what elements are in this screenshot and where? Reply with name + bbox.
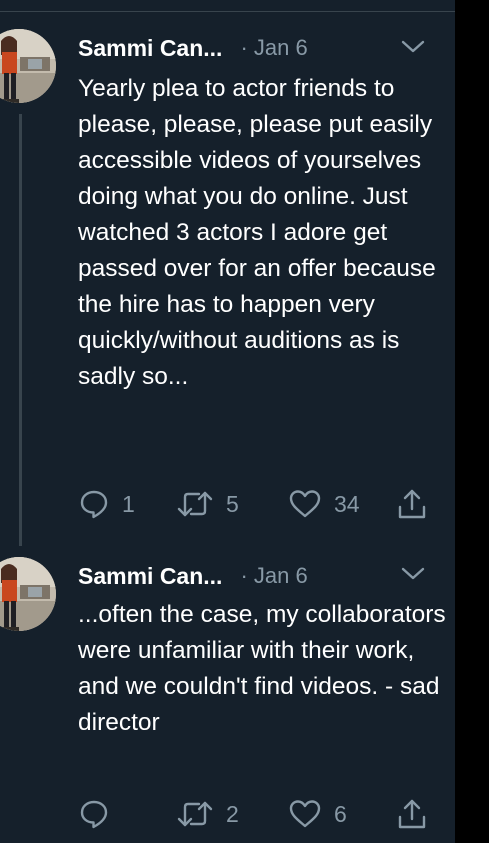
chevron-down-icon[interactable] [400, 37, 426, 57]
retweet-count: 2 [226, 800, 239, 827]
tweet-date[interactable]: · Jan 6 [240, 35, 307, 61]
tweet-text: Yearly plea to actor friends to please, … [78, 75, 436, 390]
tweet-text: ...often the case, my collaborators were… [78, 601, 446, 736]
share-button[interactable] [396, 797, 428, 831]
retweet-icon [177, 491, 213, 517]
avatar[interactable] [0, 557, 56, 631]
tweet-header: Sammi Can... · Jan 6 [78, 561, 308, 591]
heart-icon [289, 490, 321, 518]
tweet-actions: 1 5 34 [78, 487, 438, 521]
like-count: 6 [334, 800, 347, 827]
reply-icon [80, 490, 108, 519]
like-count: 34 [334, 490, 360, 517]
reply-count: 1 [122, 490, 135, 517]
like-button[interactable]: 34 [288, 487, 360, 521]
like-button[interactable]: 6 [288, 797, 347, 831]
chevron-down-icon[interactable] [400, 564, 426, 584]
retweet-icon [177, 801, 213, 827]
tweet-2[interactable]: Sammi Can... · Jan 6 ...often the case, … [0, 545, 455, 843]
heart-icon [289, 800, 321, 828]
tweet-date[interactable]: · Jan 6 [240, 563, 307, 589]
tweet-thread: Sammi Can... · Jan 6 Yearly plea to acto… [0, 0, 455, 843]
retweet-button[interactable]: 2 [176, 797, 239, 831]
tweet-1[interactable]: Sammi Can... · Jan 6 Yearly plea to acto… [0, 0, 455, 545]
avatar[interactable] [0, 29, 56, 103]
share-icon [398, 799, 426, 829]
tweet-header: Sammi Can... · Jan 6 [78, 33, 308, 63]
author-name[interactable]: Sammi Can... [78, 35, 222, 62]
tweet-actions: 2 6 [78, 797, 438, 831]
reply-button[interactable]: 1 [78, 487, 135, 521]
retweet-count: 5 [226, 490, 239, 517]
screen-edge [455, 0, 489, 843]
reply-button[interactable] [78, 797, 122, 831]
share-icon [398, 489, 426, 519]
reply-icon [80, 800, 108, 829]
retweet-button[interactable]: 5 [176, 487, 239, 521]
author-name[interactable]: Sammi Can... [78, 563, 222, 590]
share-button[interactable] [396, 487, 428, 521]
